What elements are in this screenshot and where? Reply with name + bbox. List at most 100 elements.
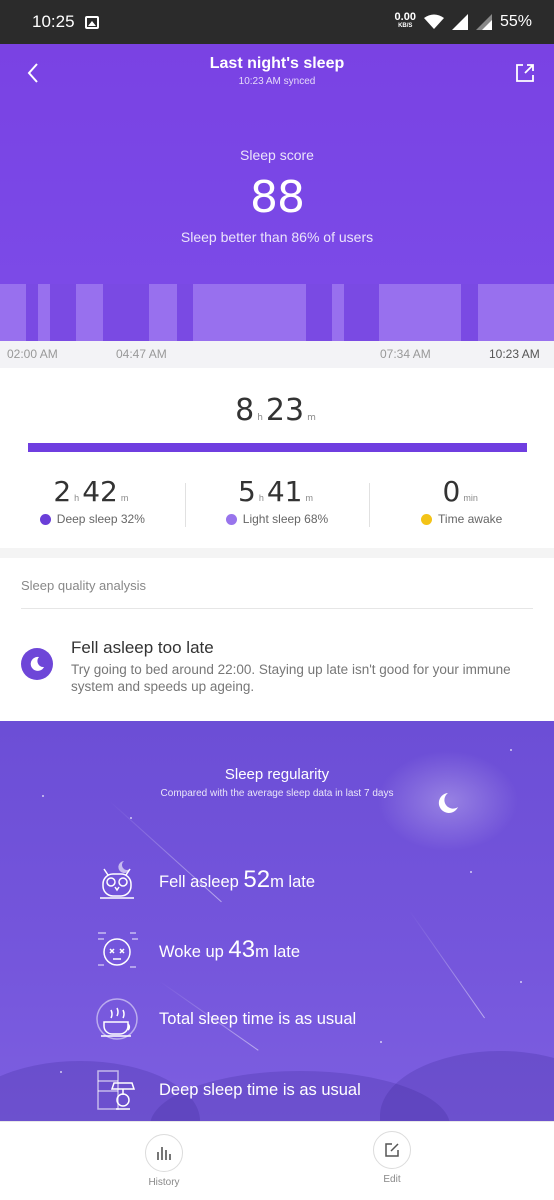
total-sleep-duration: 8 h 23 m — [0, 393, 554, 428]
awake-minutes-unit: min — [463, 493, 478, 503]
sleep-score-label: Sleep score — [240, 147, 314, 163]
battery-percent: 55% — [499, 13, 532, 30]
sleep-header: Last night's sleep 10:23 AM synced Sleep… — [0, 44, 554, 341]
timeline-segment — [332, 284, 344, 341]
deep-sleep-dot — [39, 513, 51, 525]
sleep-stats: 2 h 42 m Deep sleep 32% 5 h 41 m Light sleep 6… — [0, 475, 554, 535]
bar-chart-icon — [157, 1147, 171, 1160]
regularity-item: Total sleep time is as usual — [92, 991, 356, 1047]
timeline-segment — [478, 284, 554, 341]
timeline-segment — [76, 284, 103, 341]
timeline-segment — [38, 284, 50, 341]
deep-hours-unit: h — [74, 493, 80, 503]
awake-minutes: 0 — [442, 475, 461, 508]
regularity-item: Fell asleep 52m late — [92, 852, 315, 908]
axis-label-3: 07:34 AM — [380, 347, 431, 361]
edit-button[interactable]: Edit — [362, 1131, 422, 1185]
timeline-segment — [103, 284, 149, 341]
page-title: Last night's sleep — [209, 55, 345, 72]
history-button[interactable]: History — [134, 1134, 194, 1188]
edit-button-circle[interactable] — [373, 1131, 411, 1169]
total-hours-unit: h — [257, 413, 263, 423]
regularity-text: Deep sleep time is as usual — [159, 1080, 361, 1099]
signal-icon-2 — [475, 14, 492, 30]
regularity-title: Sleep regularity — [224, 766, 330, 783]
background-hill — [380, 1051, 554, 1121]
analysis-heading: Fell asleep too late — [71, 638, 214, 657]
crescent-moon-icon — [30, 656, 44, 671]
sleepy-face-icon — [92, 925, 142, 975]
light-sleep-dot — [225, 513, 237, 525]
axis-label-end: 10:23 AM — [489, 347, 540, 361]
timeline-segment — [177, 284, 193, 341]
status-time: 10:25 — [32, 12, 75, 31]
deep-sleep-label: Deep sleep 32% — [56, 512, 145, 526]
sleep-score-comparison: Sleep better than 86% of users — [180, 229, 374, 245]
night-lamp-icon — [92, 1065, 142, 1115]
star — [510, 749, 512, 751]
sleep-regularity-card: Sleep regularity Compared with the avera… — [0, 721, 554, 1121]
light-hours-unit: h — [258, 493, 264, 503]
star — [520, 981, 522, 983]
status-bar: 10:25 0.00 KB/S 55% — [0, 0, 554, 44]
coffee-cup-icon — [92, 994, 142, 1044]
light-sleep-stat: 5 h 41 m Light sleep 68% — [184, 475, 370, 535]
deep-hours: 2 — [53, 475, 72, 508]
regularity-text: Woke up — [159, 943, 229, 961]
light-minutes: 41 — [266, 475, 303, 508]
total-hours: 8 — [235, 393, 255, 428]
timeline-segment — [26, 284, 38, 341]
timeline-segment — [0, 284, 26, 341]
star — [60, 1071, 62, 1073]
timeline-axis: 02:00 AM 04:47 AM 07:34 AM 10:23 AM — [0, 341, 554, 368]
regularity-value: 43 — [228, 936, 256, 963]
regularity-value: 52 — [243, 866, 271, 893]
star — [470, 871, 472, 873]
signal-icon — [451, 14, 468, 30]
axis-label-start: 02:00 AM — [7, 347, 58, 361]
total-minutes: 23 — [265, 393, 305, 428]
network-speed-unit: KB/S — [398, 23, 413, 29]
regularity-item: Deep sleep time is as usual — [92, 1062, 361, 1118]
history-button-circle[interactable] — [145, 1134, 183, 1172]
owl-icon — [92, 855, 142, 905]
star — [380, 1041, 382, 1043]
light-minutes-unit: m — [305, 493, 314, 503]
gallery-notification-icon — [84, 15, 99, 29]
light-sleep-label: Light sleep 68% — [242, 512, 329, 526]
wifi-icon — [423, 14, 444, 29]
analysis-description: Try going to bed around 22:00. Staying u… — [71, 662, 511, 694]
network-speed: 0.00 KB/S — [394, 11, 416, 31]
deep-minutes: 42 — [82, 475, 118, 508]
timeline-segment — [193, 284, 306, 341]
regularity-suffix: m late — [255, 943, 301, 961]
sleep-score-value: 88 — [250, 172, 305, 223]
total-minutes-unit: m — [307, 413, 316, 423]
deep-sleep-stat: 2 h 42 m Deep sleep 32% — [0, 475, 185, 535]
sync-status: 10:23 AM synced — [238, 76, 316, 87]
timeline-segment — [306, 284, 332, 341]
moon-badge — [21, 648, 53, 680]
history-label: History — [148, 1177, 180, 1188]
shooting-star — [409, 911, 485, 1019]
sleep-stage-timeline[interactable] — [0, 284, 554, 341]
deep-minutes-unit: m — [120, 493, 129, 503]
timeline-segment — [379, 284, 461, 341]
time-awake-stat: 0 min Time awake — [369, 475, 554, 535]
timeline-segment — [149, 284, 177, 341]
axis-label-2: 04:47 AM — [116, 347, 167, 361]
analysis-divider — [21, 608, 533, 609]
edit-icon — [385, 1143, 399, 1157]
regularity-subtitle: Compared with the average sleep data in … — [160, 788, 394, 799]
sleep-duration-bar — [28, 443, 527, 452]
timeline-segment — [50, 284, 76, 341]
network-speed-value: 0.00 — [394, 11, 416, 23]
edit-label: Edit — [383, 1174, 401, 1185]
regularity-text: Total sleep time is as usual — [159, 1009, 357, 1028]
bottom-nav: History Edit — [0, 1121, 554, 1200]
regularity-suffix: m late — [270, 873, 316, 891]
time-awake-dot — [421, 513, 433, 525]
section-divider — [0, 548, 554, 558]
timeline-segment — [461, 284, 478, 341]
share-button[interactable] — [512, 60, 538, 86]
